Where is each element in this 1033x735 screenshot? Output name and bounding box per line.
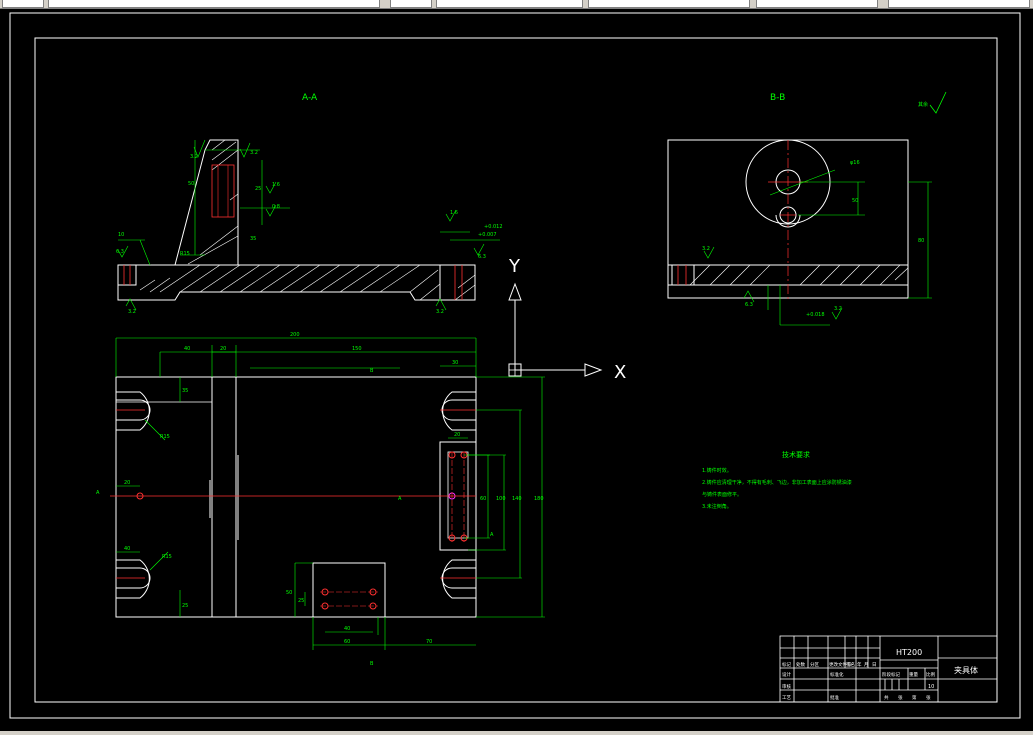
dim-label: 40 <box>124 546 130 552</box>
dim-label: 20 <box>124 480 130 486</box>
tech-req-title: 技术要求 <box>782 450 810 459</box>
roughness-label: 3.2 <box>128 309 136 315</box>
title-cell: 共 <box>884 694 889 701</box>
tech-req-item: 与铸件表面修平。 <box>702 491 742 498</box>
view-b-marker: B <box>370 368 374 374</box>
dim-label: R15 <box>160 434 170 440</box>
roughness-note: 其余 <box>918 101 928 108</box>
dim-label: 35 <box>182 388 188 394</box>
title-cell: 标记 <box>782 661 791 668</box>
tech-req-item: 1.铸件时效。 <box>702 467 732 474</box>
dim-label: 140 <box>512 496 522 502</box>
title-cell: 设计 <box>782 671 791 678</box>
roughness-label: 0.8 <box>272 204 280 210</box>
status-strip <box>0 731 1033 735</box>
material-label: HT200 <box>896 648 922 657</box>
tolerance-label: +0.012 <box>484 224 503 230</box>
title-cell: 年 <box>857 661 862 668</box>
dim-label: φ16 <box>850 160 860 166</box>
roughness-label: 1.6 <box>272 182 280 188</box>
title-cell: 第 <box>912 694 917 701</box>
title-block: HT200 夹具体 10 标记 设计 审核 工艺 处数 分区 更改文件号 签名 … <box>779 635 998 703</box>
ucs-icon[interactable]: Y X <box>508 256 626 383</box>
tolerance-label: +0.007 <box>478 232 497 238</box>
technical-requirements: 技术要求 1.铸件时效。 2.铸件应清理干净，不得有毛刺、飞边，非加工表面上应涂… <box>702 450 852 510</box>
toolbar-segment[interactable] <box>2 0 44 8</box>
title-cell: 日 <box>872 662 877 668</box>
roughness-label: 6.3 <box>745 302 753 308</box>
dim-label: 40 <box>184 346 190 352</box>
roughness-label: 3.2 <box>190 154 198 160</box>
section-b-label: B-B <box>770 93 785 103</box>
roughness-label: 3.2 <box>436 309 444 315</box>
title-cell: 处数 <box>796 661 805 668</box>
view-a-marker: A <box>96 490 100 496</box>
title-cell: 审核 <box>782 683 791 690</box>
dim-label: 25 <box>182 603 188 609</box>
dim-label: 70 <box>426 639 432 645</box>
tolerance-label: +0.018 <box>806 312 825 318</box>
roughness-label: 1.6 <box>450 210 458 216</box>
title-cell: 分区 <box>810 661 819 668</box>
tech-req-item: 2.铸件应清理干净，不得有毛刺、飞边，非加工表面上应涂防锈油漆 <box>702 479 852 486</box>
dim-label: R15 <box>180 251 190 257</box>
drawing-canvas[interactable]: A-A 3.2 3.2 1.6 0.8 6.3 3.2 3.2 1.6 6.3 … <box>0 9 1033 731</box>
toolbar-segment[interactable] <box>588 0 750 8</box>
tech-req-item: 3.未注倒角。 <box>702 503 732 510</box>
dim-label: 50 <box>286 590 292 596</box>
title-cell: 标准化 <box>830 671 844 678</box>
dim-label: 100 <box>496 496 506 502</box>
toolbar-segment[interactable] <box>390 0 432 8</box>
title-cell: 月 <box>864 662 869 668</box>
section-a-a-view: A-A 3.2 3.2 1.6 0.8 6.3 3.2 3.2 1.6 6.3 … <box>116 93 503 315</box>
dim-label: 200 <box>290 332 300 338</box>
roughness-label: 6.3 <box>116 249 124 255</box>
view-a-marker: A <box>398 496 402 502</box>
scale-label: 10 <box>928 684 934 690</box>
dim-label: 150 <box>352 346 362 352</box>
dim-label: 60 <box>480 496 486 502</box>
title-cell: 阶段标记 <box>882 671 900 678</box>
dim-label: R15 <box>162 554 172 560</box>
dim-label: 25 <box>255 186 261 192</box>
title-cell: 张 <box>898 694 903 701</box>
dim-label: 180 <box>534 496 544 502</box>
roughness-label: 3.2 <box>702 246 710 252</box>
roughness-label: 3.2 <box>834 306 842 312</box>
toolbar-segment[interactable] <box>888 0 1030 8</box>
roughness-label: 3.2 <box>250 150 258 156</box>
dim-label: 40 <box>344 626 350 632</box>
view-a-marker: A <box>490 532 494 538</box>
dim-label: 20 <box>454 432 460 438</box>
title-cell: 张 <box>926 694 931 701</box>
dim-label: 60 <box>344 639 350 645</box>
roughness-label: 6.3 <box>478 254 486 260</box>
title-cell: 签名 <box>846 661 855 668</box>
dim-label: 50 <box>852 198 858 204</box>
toolbar-segment[interactable] <box>48 0 380 8</box>
toolbar-segment[interactable] <box>756 0 878 8</box>
title-cell: 重量 <box>909 671 918 678</box>
dim-label: 25 <box>298 598 304 604</box>
dim-label: 50 <box>188 181 194 187</box>
dim-label: 20 <box>220 346 226 352</box>
dim-label: 30 <box>452 360 458 366</box>
title-cell: 批准 <box>830 694 839 701</box>
part-name-label: 夹具体 <box>954 665 978 675</box>
title-cell: 工艺 <box>782 695 791 701</box>
section-b-b-view: B-B φ16 50 80 3.2 6.3 3.2 +0.018 其余 <box>667 91 947 326</box>
ucs-x-label: X <box>614 362 626 383</box>
dim-label: 80 <box>918 238 924 244</box>
plan-view: 200 40 20 150 30 B 180 140 100 60 20 20 … <box>96 332 545 667</box>
toolbar-segment[interactable] <box>436 0 583 8</box>
view-b-marker: B <box>370 661 374 667</box>
toolbar-strip <box>0 0 1033 9</box>
dim-label: 35 <box>250 236 256 242</box>
dim-label: 10 <box>118 232 124 238</box>
ucs-y-label: Y <box>508 256 521 277</box>
title-cell: 比例 <box>926 671 935 678</box>
section-a-label: A-A <box>302 93 318 103</box>
